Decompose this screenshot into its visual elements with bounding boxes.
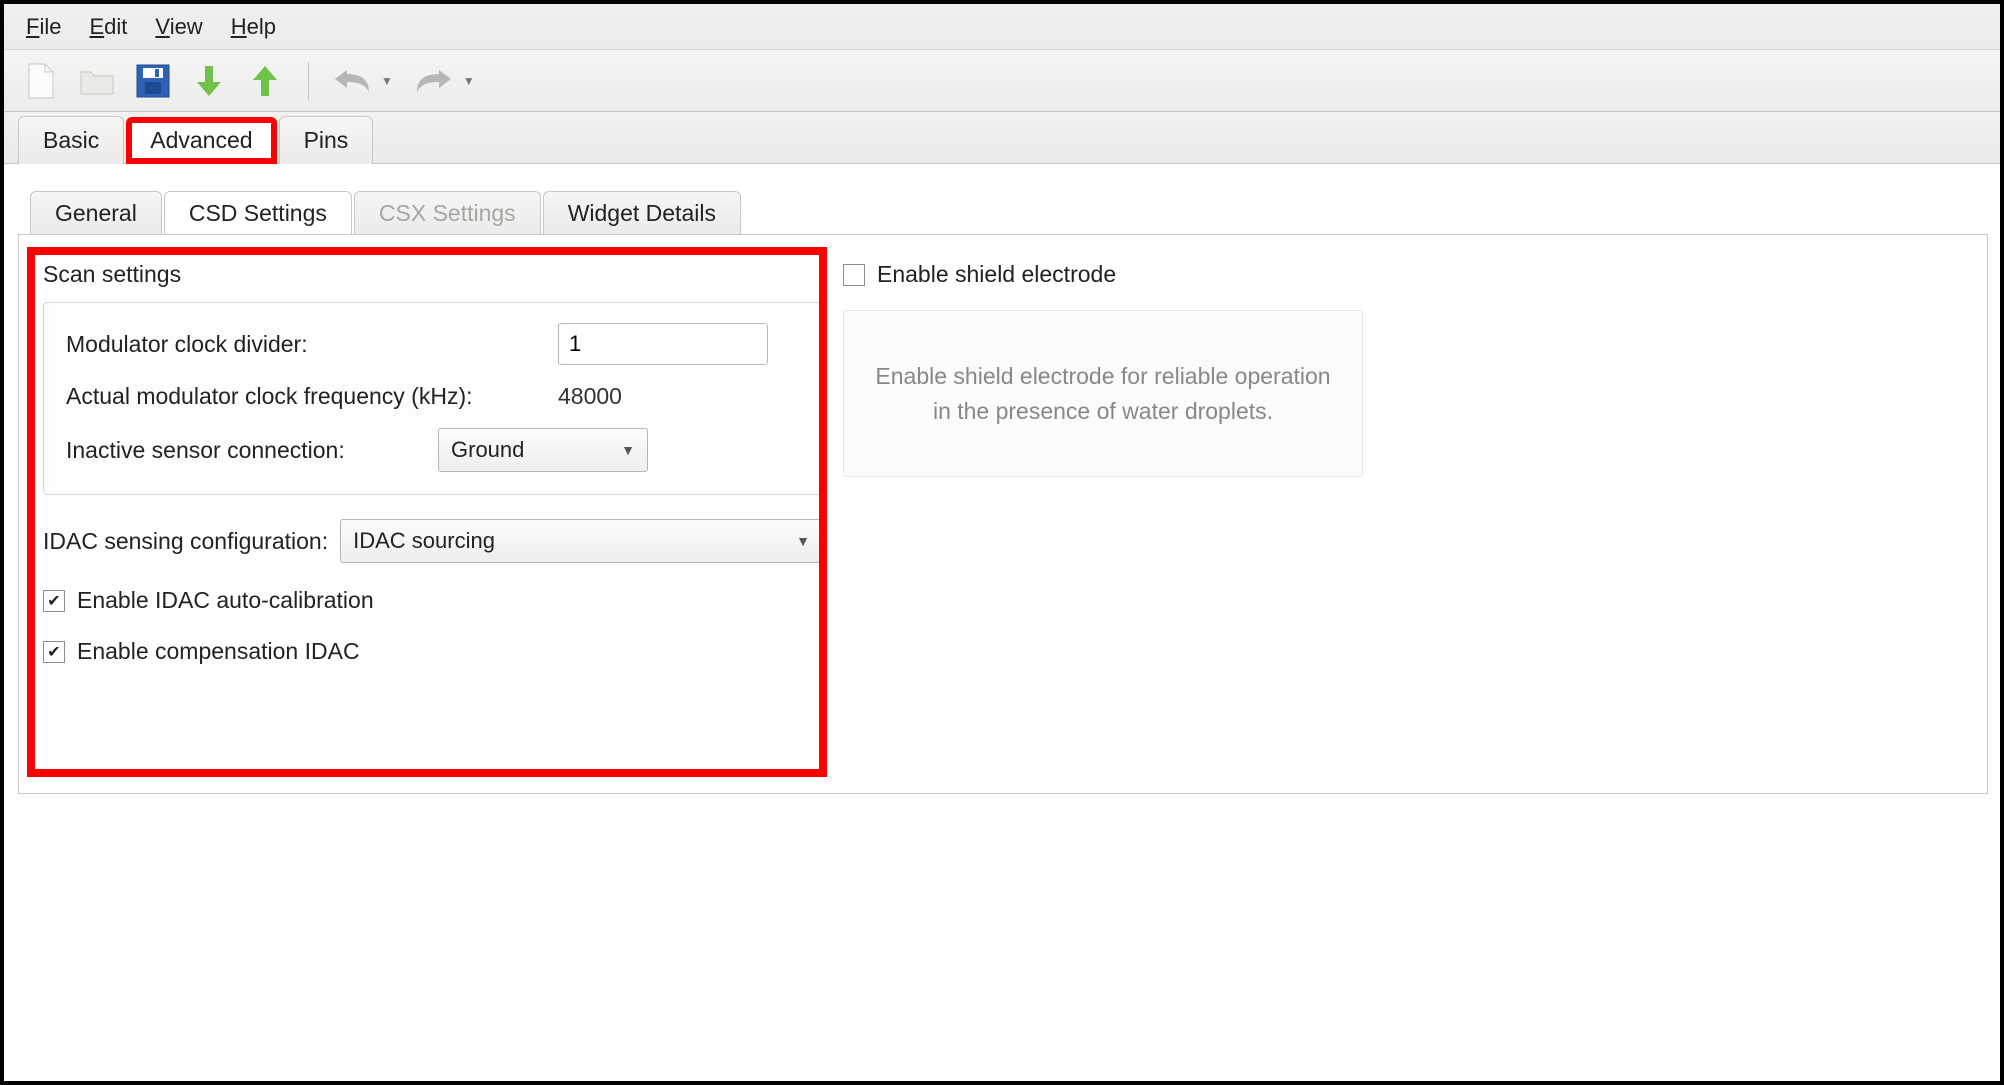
actual-freq-value: 48000 <box>558 383 622 410</box>
shield-enable-checkbox[interactable] <box>843 264 865 286</box>
menu-edit[interactable]: Edit <box>89 14 127 40</box>
sub-tabstrip: General CSD Settings CSX Settings Widget… <box>18 184 1992 234</box>
left-column: Scan settings Modulator clock divider: A… <box>43 261 823 689</box>
idac-comp-label: Enable compensation IDAC <box>77 638 360 665</box>
chevron-down-icon: ▼ <box>796 533 810 549</box>
subtab-widget-details[interactable]: Widget Details <box>543 191 741 235</box>
idac-config-label: IDAC sensing configuration: <box>43 528 328 555</box>
redo-icon <box>415 66 453 96</box>
subtab-general[interactable]: General <box>30 191 162 235</box>
toolbar-redo-button[interactable] <box>413 60 455 102</box>
inactive-sensor-value: Ground <box>451 437 524 463</box>
toolbar: ▼ ▼ <box>4 50 2000 112</box>
toolbar-import-button[interactable] <box>188 60 230 102</box>
chevron-down-icon: ▼ <box>621 442 635 458</box>
shield-description-box: Enable shield electrode for reliable ope… <box>843 310 1363 477</box>
save-icon <box>136 64 170 98</box>
scan-settings-group: Modulator clock divider: Actual modulato… <box>43 302 823 495</box>
idac-autocal-checkbox[interactable]: ✔ <box>43 590 65 612</box>
redo-dropdown-caret[interactable]: ▼ <box>463 74 475 88</box>
toolbar-export-button[interactable] <box>244 60 286 102</box>
arrow-down-icon <box>195 64 223 98</box>
open-folder-icon <box>79 66 115 96</box>
modulator-divider-input[interactable] <box>558 323 768 365</box>
toolbar-undo-button[interactable] <box>331 60 373 102</box>
inactive-sensor-label: Inactive sensor connection: <box>66 437 426 464</box>
subtab-csx-settings: CSX Settings <box>354 191 541 235</box>
scan-settings-heading: Scan settings <box>43 261 823 288</box>
content-area: General CSD Settings CSX Settings Widget… <box>4 164 2000 1081</box>
actual-freq-label: Actual modulator clock frequency (kHz): <box>66 383 546 410</box>
idac-autocal-label: Enable IDAC auto-calibration <box>77 587 374 614</box>
tab-pins[interactable]: Pins <box>279 116 374 164</box>
menu-file[interactable]: File <box>26 14 61 40</box>
app-window: File Edit View Help ▼ ▼ Basic <box>0 0 2004 1085</box>
toolbar-new-button[interactable] <box>20 60 62 102</box>
top-tabstrip: Basic Advanced Pins <box>4 112 2000 164</box>
modulator-divider-label: Modulator clock divider: <box>66 331 546 358</box>
arrow-up-icon <box>251 64 279 98</box>
idac-config-combo[interactable]: IDAC sourcing ▼ <box>340 519 823 563</box>
subtab-csd-settings[interactable]: CSD Settings <box>164 191 352 235</box>
menu-view[interactable]: View <box>155 14 202 40</box>
toolbar-save-button[interactable] <box>132 60 174 102</box>
tab-advanced[interactable]: Advanced <box>126 117 276 164</box>
toolbar-separator <box>308 62 309 100</box>
toolbar-open-button[interactable] <box>76 60 118 102</box>
menubar: File Edit View Help <box>4 4 2000 50</box>
new-file-icon <box>26 63 56 99</box>
idac-config-value: IDAC sourcing <box>353 528 495 554</box>
tab-basic[interactable]: Basic <box>18 116 124 164</box>
menu-help[interactable]: Help <box>231 14 276 40</box>
idac-comp-checkbox[interactable]: ✔ <box>43 641 65 663</box>
undo-dropdown-caret[interactable]: ▼ <box>381 74 393 88</box>
right-column: Enable shield electrode Enable shield el… <box>843 261 1363 477</box>
inactive-sensor-combo[interactable]: Ground ▼ <box>438 428 648 472</box>
csd-settings-panel: Scan settings Modulator clock divider: A… <box>18 234 1988 794</box>
shield-enable-label: Enable shield electrode <box>877 261 1116 288</box>
undo-icon <box>333 66 371 96</box>
